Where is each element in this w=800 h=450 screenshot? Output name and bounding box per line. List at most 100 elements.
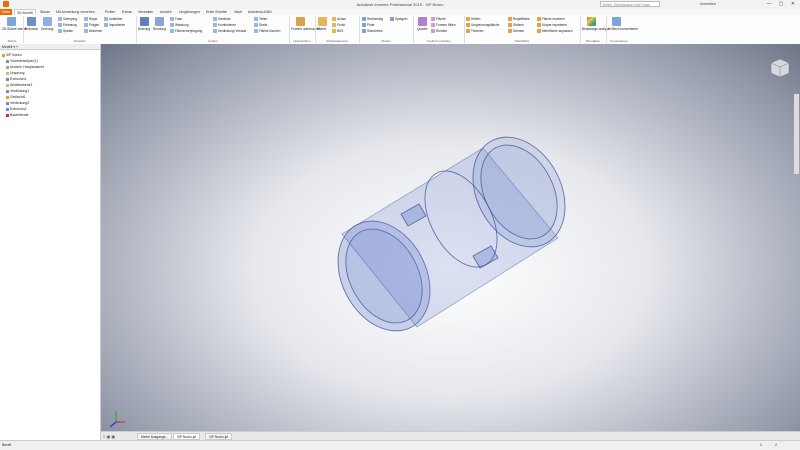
explore-shapes-button[interactable]: Formen untersuchen [291,27,320,31]
import-button[interactable]: Importieren [104,23,125,28]
extend-icon [508,29,512,34]
repair-bodies-icon [537,23,541,28]
tree-root[interactable]: 3/P Noreo [2,53,22,57]
panel-label: Simulation [585,39,600,43]
panel-label: Ändern [208,39,218,43]
box-button[interactable]: Quader [417,27,428,31]
boundary-patch-button[interactable]: Umgrenzungsfläche [466,23,499,28]
emboss-button[interactable]: Prägen [84,23,99,28]
face-button[interactable]: Fläche [431,17,446,22]
combine-icon [213,23,217,28]
viewcube[interactable] [770,58,790,78]
fit-mesh-face-icon [537,29,541,34]
maximize-button[interactable]: ▢ [776,0,786,8]
fillet-button[interactable]: Rundung [153,27,166,31]
coil-button[interactable]: Spirale [58,29,73,34]
browser-header[interactable]: Modell ▾ + [0,44,100,50]
axis-icon [332,17,336,22]
shell-button[interactable]: Wandung [170,23,189,28]
import-icon [104,23,108,28]
sculpt-icon [508,23,512,28]
tree-item[interactable]: Volumenkörper(1) [6,59,38,63]
rectangular-pattern-button[interactable]: Rechteckig [362,17,383,22]
chamfer-button[interactable]: Fase [170,17,182,22]
tree-item[interactable]: Arbeitsebene1 [6,83,33,87]
tab-document[interactable]: 3/P Noreo.ipt [205,433,233,440]
plane-button[interactable]: Ebene [317,27,326,31]
navigation-bar[interactable] [794,94,799,174]
stitch-button[interactable]: Heften [466,17,480,22]
circular-pattern-icon [362,23,366,28]
tab-home[interactable]: Meine Ausgangs... [137,433,173,440]
revolve-button[interactable]: Drehung [41,27,53,31]
replace-face-button[interactable]: Fläche ersetzen [537,17,565,22]
direct-button[interactable]: Direkt [254,23,267,28]
part-model[interactable] [101,44,800,431]
work-plane-icon [6,83,9,87]
tree-item[interactable]: Bauteilende [6,113,29,117]
tree-item[interactable]: Extrusion1 [6,77,27,81]
part-icon [2,53,5,57]
search-input[interactable]: Befehl, Schlüsselwort oder Frage eingebe… [600,1,660,13]
rib-button[interactable]: Rippe [84,17,97,22]
extrusion-icon [6,77,9,81]
model-browser: Modell ▾ + 3/P Noreo Volumenkörper(1) An… [0,44,101,440]
thicken-button[interactable]: Verdickung/ Versatz [213,29,246,34]
loft-button[interactable]: Erhebung [58,23,77,28]
ucs-button[interactable]: BKS [332,29,343,34]
thread-button[interactable]: Gewinde [213,17,231,22]
hole-button[interactable]: Bohrung [138,27,150,31]
sign-in-link[interactable]: Anmelden [700,2,716,6]
chamfer-icon [170,17,174,22]
delete-face-button[interactable]: Fläche löschen [254,29,280,34]
draft-button[interactable]: Flächenverjüngung [170,29,202,34]
convert-sheet-metal-button[interactable]: In Blech konvertieren [608,27,638,31]
stress-analysis-icon [587,17,596,26]
ribbon: 2D-Skizze starten Skizze Extrusion Drehu… [0,15,800,45]
minimize-button[interactable]: — [764,0,774,8]
circular-pattern-button[interactable]: Polar [362,23,374,28]
sweep-button[interactable]: Sweeping [58,17,77,22]
tree-item[interactable]: Gelöscht1 [6,95,26,99]
panel-label: Untersuchen [293,39,311,43]
deleted-icon [6,95,9,99]
point-button[interactable]: Punkt [332,23,345,28]
ucs-icon [332,29,336,34]
mirror-icon [390,17,394,22]
fit-mesh-face-button[interactable]: Mehrfläche anpassen [537,29,572,34]
tree-item[interactable]: Ansicht: Hauptansicht [6,65,44,69]
origin-icon [6,71,9,75]
axis-button[interactable]: Achse [332,17,346,22]
repair-bodies-button[interactable]: Körper reparieren [537,23,567,28]
panel-label: Erstellen [74,39,86,43]
tree-item[interactable]: Verdickung2 [6,101,29,105]
revolve-icon [43,17,52,26]
extend-button[interactable]: Dehnen [508,29,524,34]
round-button[interactable]: Runden [431,29,447,34]
graphics-viewport[interactable] [101,44,800,431]
ruled-surface-button[interactable]: Regelfläche [508,17,530,22]
rectangular-pattern-icon [362,17,366,22]
tree-item[interactable]: Extrusion2 [6,107,27,111]
emboss-icon [84,23,88,28]
tree-item[interactable]: Verdickung1 [6,89,29,93]
tab-document[interactable]: 3/P Noreo.ipt [173,433,201,440]
extrude-button[interactable]: Extrusion [25,27,38,31]
mirror-button[interactable]: Spiegeln [390,17,407,22]
decal-button[interactable]: Aufkleber [104,17,122,22]
patch-icon [431,23,435,28]
close-button[interactable]: ✕ [788,0,798,8]
tree-item[interactable]: Ursprung [6,71,24,75]
tab-list-icon[interactable]: ≡ ▣ ▣ [103,434,115,439]
trim-icon [466,29,470,34]
combine-button[interactable]: Kombinieren [213,23,236,28]
panel-label: Arbeitselemente [326,39,348,43]
derive-button[interactable]: Abziehen [84,29,102,34]
sketch-driven-pattern-button[interactable]: Skizziertes [362,29,382,34]
sculpt-button[interactable]: Stutzen [508,23,524,28]
thread-icon [213,17,217,22]
delete-face-icon [254,29,258,34]
patch-button[interactable]: Formen füllen [431,23,456,28]
trim-button[interactable]: Trimmen [466,29,483,34]
split-button[interactable]: Teilen [254,17,267,22]
